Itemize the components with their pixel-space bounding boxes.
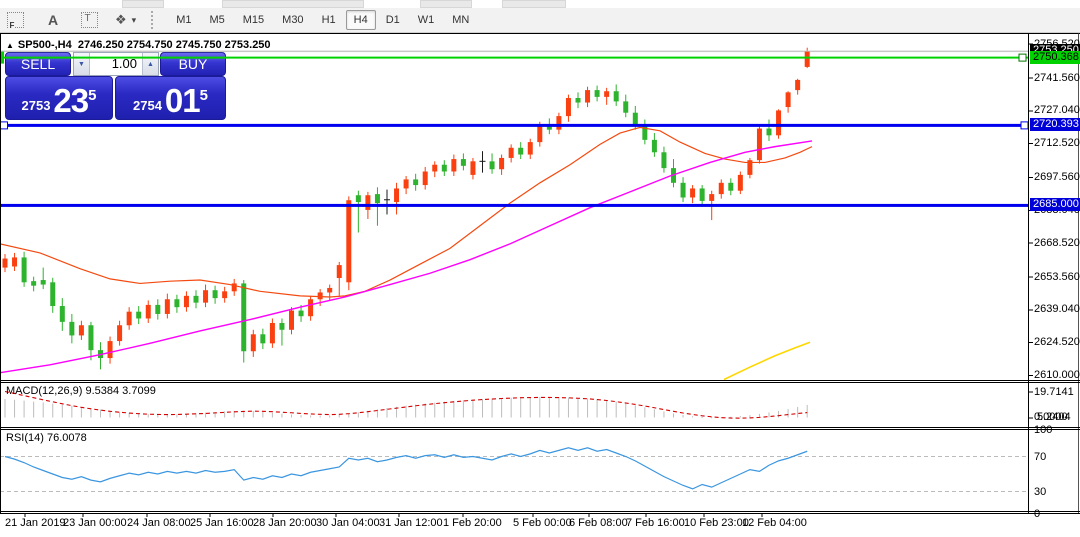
price-tick-label: 2639.040 bbox=[1034, 303, 1080, 315]
date-label: 24 Jan 08:00 bbox=[127, 517, 191, 529]
date-label: 25 Jan 16:00 bbox=[190, 517, 254, 529]
hline-2720.393[interactable] bbox=[0, 124, 1028, 127]
price-badge: 2720.393 bbox=[1030, 118, 1080, 131]
hline-2685[interactable] bbox=[0, 204, 1028, 207]
blue-line-left-handle[interactable] bbox=[1, 122, 8, 129]
hline-2753.25[interactable] bbox=[0, 51, 1028, 52]
price-tick-label: 2712.520 bbox=[1034, 137, 1080, 149]
hline-2750.368[interactable] bbox=[0, 57, 1028, 59]
mt4-window: { "toolbar": { "icons": {"grid_f": "F", … bbox=[0, 0, 1080, 537]
rsi-axis-label: 30 bbox=[1034, 486, 1046, 498]
date-label: 10 Feb 23:00 bbox=[684, 517, 749, 529]
price-tick-label: 2624.520 bbox=[1034, 336, 1080, 348]
date-label: 1 Feb 20:00 bbox=[443, 517, 502, 529]
date-label: 6 Feb 08:00 bbox=[569, 517, 628, 529]
macd-axis-overlap: 5.2404 bbox=[1037, 411, 1071, 423]
rsi-axis-label: 100 bbox=[1034, 424, 1052, 436]
rsi-axis-label: 70 bbox=[1034, 451, 1046, 463]
rsi-axis-label: 0 bbox=[1034, 508, 1040, 520]
date-label: 30 Jan 04:00 bbox=[316, 517, 380, 529]
date-label: 21 Jan 2019 bbox=[5, 517, 66, 529]
price-tick-label: 2727.040 bbox=[1034, 104, 1080, 116]
price-badge: 2685.000 bbox=[1030, 198, 1080, 211]
ma-long-line bbox=[724, 342, 810, 379]
price-badge: 2750.368 bbox=[1030, 51, 1080, 64]
blue-line-right-handle[interactable] bbox=[1021, 122, 1028, 129]
macd-axis-top: 19.7141 bbox=[1034, 386, 1074, 398]
chart-canvas bbox=[0, 0, 1080, 537]
date-label: 12 Feb 04:00 bbox=[742, 517, 807, 529]
date-label: 23 Jan 00:00 bbox=[63, 517, 127, 529]
date-label: 31 Jan 12:00 bbox=[379, 517, 443, 529]
ma-fast-line bbox=[0, 127, 812, 297]
green-line-right-handle[interactable] bbox=[1019, 54, 1026, 61]
price-tick-label: 2668.520 bbox=[1034, 237, 1080, 249]
price-tick-label: 2653.560 bbox=[1034, 271, 1080, 283]
price-tick-label: 2697.560 bbox=[1034, 171, 1080, 183]
price-tick-label: 2610.000 bbox=[1034, 369, 1080, 381]
date-label: 28 Jan 20:00 bbox=[253, 517, 317, 529]
rsi-label: RSI(14) 76.0078 bbox=[6, 432, 87, 444]
date-label: 5 Feb 00:00 bbox=[513, 517, 572, 529]
rsi-pane bbox=[0, 448, 1028, 492]
macd-label: MACD(12,26,9) 9.5384 3.7099 bbox=[6, 385, 156, 397]
date-label: 7 Feb 16:00 bbox=[626, 517, 685, 529]
price-tick-label: 2741.560 bbox=[1034, 72, 1080, 84]
candles bbox=[3, 48, 810, 370]
